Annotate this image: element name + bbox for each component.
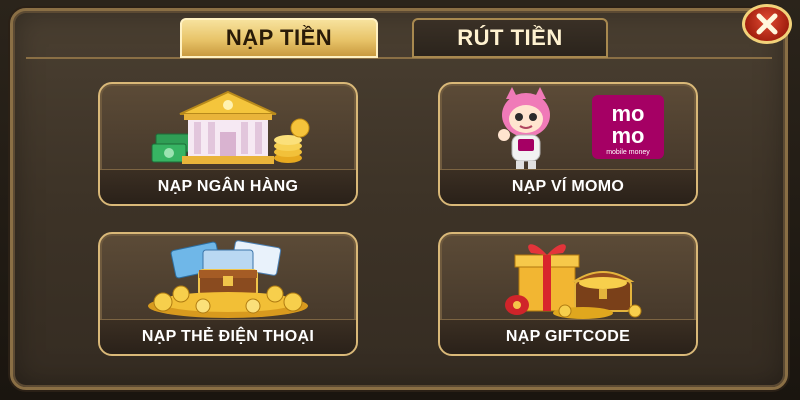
- deposit-momo-option[interactable]: mo mo mobile money NẠP VÍ MOMO: [438, 82, 698, 206]
- close-icon: [756, 13, 778, 35]
- tab-withdraw[interactable]: RÚT TIỀN: [412, 18, 608, 58]
- tab-divider: [26, 57, 772, 59]
- tab-deposit[interactable]: NẠP TIỀN: [180, 18, 378, 58]
- deposit-phone-card-option[interactable]: NẠP THẺ ĐIỆN THOẠI: [98, 232, 358, 356]
- momo-wallet-icon: mo mo mobile money: [440, 84, 696, 172]
- gift-box-icon: [440, 234, 696, 322]
- close-button[interactable]: [742, 4, 792, 44]
- deposit-giftcode-label: NẠP GIFTCODE: [440, 319, 696, 354]
- tab-deposit-label: NẠP TIỀN: [225, 25, 333, 50]
- tab-withdraw-label: RÚT TIỀN: [457, 25, 563, 50]
- bank-icon: [100, 84, 356, 172]
- deposit-bank-option[interactable]: NẠP NGÂN HÀNG: [98, 82, 358, 206]
- momo-logo-caption: mobile money: [606, 149, 650, 156]
- phone-card-treasure-icon: [100, 234, 356, 322]
- deposit-phone-card-label: NẠP THẺ ĐIỆN THOẠI: [100, 319, 356, 354]
- deposit-momo-label: NẠP VÍ MOMO: [440, 169, 696, 204]
- momo-logo-bottom: mo: [612, 123, 645, 148]
- deposit-bank-label: NẠP NGÂN HÀNG: [100, 169, 356, 204]
- deposit-giftcode-option[interactable]: NẠP GIFTCODE: [438, 232, 698, 356]
